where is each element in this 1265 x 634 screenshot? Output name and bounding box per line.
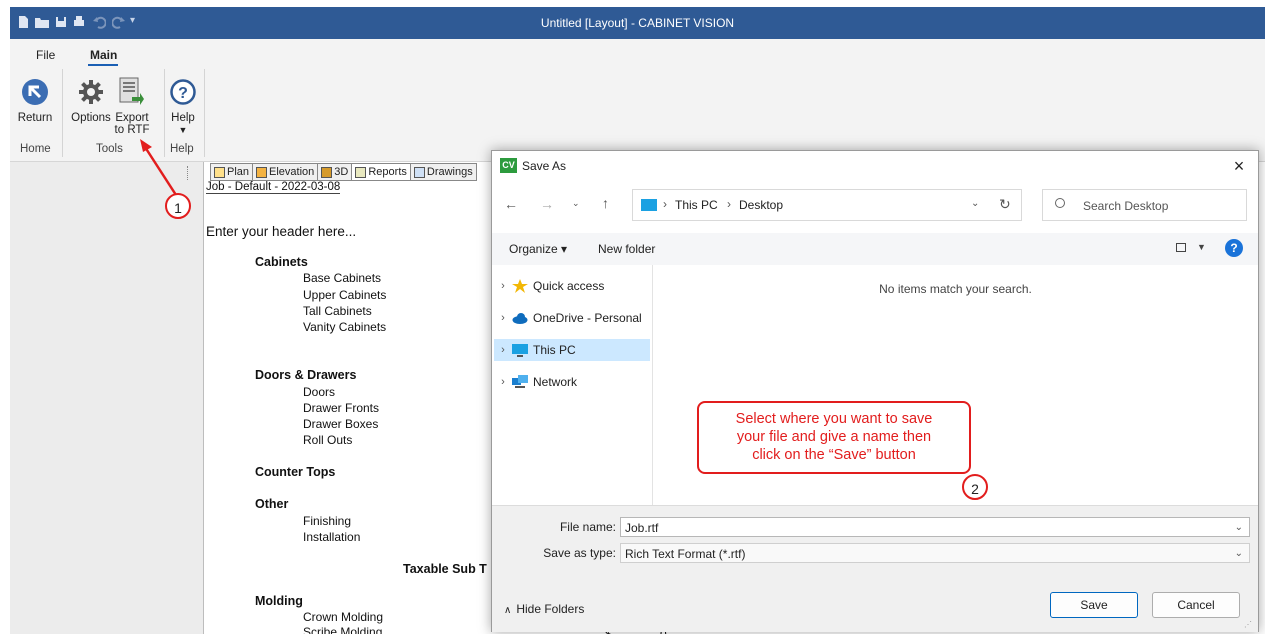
instruction-note: Select where you want to save your file …	[697, 401, 971, 474]
step-2-badge: 2	[962, 474, 988, 500]
note-line: your file and give a name then	[736, 429, 932, 445]
callout-arrow	[140, 139, 178, 196]
step-1-badge: 1	[165, 193, 191, 219]
callout-arrow-layer	[140, 139, 178, 196]
note-line: click on the “Save” button	[752, 447, 916, 463]
note-line: Select where you want to save	[735, 411, 933, 427]
